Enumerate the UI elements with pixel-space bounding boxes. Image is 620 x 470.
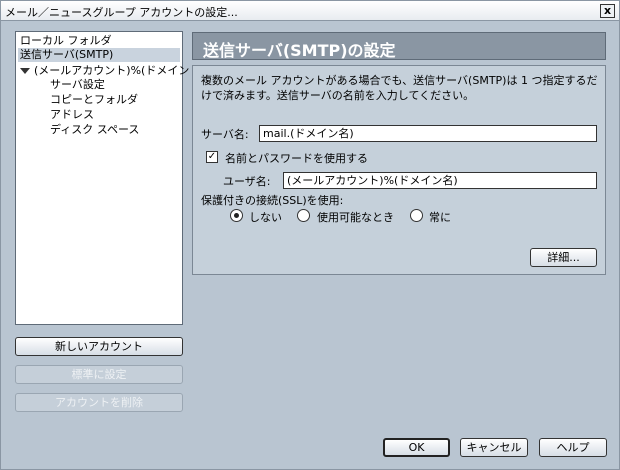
ssl-if-available-label[interactable]: 使用可能なとき (317, 209, 394, 225)
ssl-always-radio[interactable] (410, 209, 423, 222)
panel-header: 送信サーバ(SMTP)の設定 (192, 32, 606, 60)
tree-item-label: コピーとフォルダ (50, 93, 138, 106)
tree-item-smtp[interactable]: 送信サーバ(SMTP) (18, 48, 180, 62)
tree-item-local-folders[interactable]: ローカル フォルダ (20, 34, 112, 48)
cancel-button[interactable]: キャンセル (460, 438, 528, 457)
set-default-button[interactable]: 標準に設定 (15, 365, 183, 384)
account-tree[interactable]: ローカル フォルダ 送信サーバ(SMTP) (メールアカウント)%(ドメイン サ… (15, 31, 189, 325)
panel-description: 複数のメール アカウントがある場合でも、送信サーバ(SMTP)は 1 つ指定する… (201, 74, 598, 102)
tree-item-label: ローカル フォルダ (20, 34, 112, 47)
use-auth-label[interactable]: 名前とパスワードを使用する (225, 150, 368, 166)
ssl-if-available-radio[interactable] (297, 209, 310, 222)
window-title: メール／ニュースグループ アカウントの設定... (5, 6, 238, 19)
ssl-never-radio[interactable] (230, 209, 243, 222)
panel-title: 送信サーバ(SMTP)の設定 (203, 41, 396, 60)
tree-item-label: 送信サーバ(SMTP) (20, 48, 114, 61)
ok-button[interactable]: OK (383, 438, 450, 457)
tree-item-addressing[interactable]: アドレス (50, 108, 94, 122)
ssl-always-label[interactable]: 常に (429, 209, 451, 225)
help-button[interactable]: ヘルプ (539, 438, 607, 457)
advanced-button[interactable]: 詳細... (530, 248, 597, 267)
tree-item-copies-folders[interactable]: コピーとフォルダ (50, 93, 138, 107)
title-bar: メール／ニュースグループ アカウントの設定... x (1, 1, 619, 21)
tree-item-label: アドレス (50, 108, 94, 121)
username-label: ユーザ名: (223, 175, 271, 188)
account-settings-window: メール／ニュースグループ アカウントの設定... x ローカル フォルダ 送信サ… (0, 0, 620, 470)
tree-item-disk-space[interactable]: ディスク スペース (50, 123, 139, 137)
expand-triangle-icon[interactable] (20, 68, 30, 74)
tree-item-server-settings[interactable]: サーバ設定 (50, 78, 105, 92)
close-icon[interactable]: x (600, 4, 615, 18)
delete-account-button[interactable]: アカウントを削除 (15, 393, 183, 412)
server-name-input[interactable]: mail.(ドメイン名) (259, 125, 597, 142)
new-account-button[interactable]: 新しいアカウント (15, 337, 183, 356)
ssl-never-label[interactable]: しない (249, 209, 282, 225)
tree-item-label: (メールアカウント)%(ドメイン (34, 64, 190, 77)
tree-item-label: ディスク スペース (50, 123, 140, 136)
tree-item-label: サーバ設定 (50, 78, 105, 91)
ssl-label: 保護付きの接続(SSL)を使用: (201, 194, 344, 207)
tree-item-mail-account[interactable]: (メールアカウント)%(ドメイン (16, 64, 189, 78)
use-auth-checkbox[interactable]: ✓ (206, 151, 218, 163)
server-name-label: サーバ名: (201, 128, 249, 141)
smtp-settings-panel: 複数のメール アカウントがある場合でも、送信サーバ(SMTP)は 1 つ指定する… (192, 65, 606, 275)
username-input[interactable]: (メールアカウント)%(ドメイン名) (283, 172, 597, 189)
